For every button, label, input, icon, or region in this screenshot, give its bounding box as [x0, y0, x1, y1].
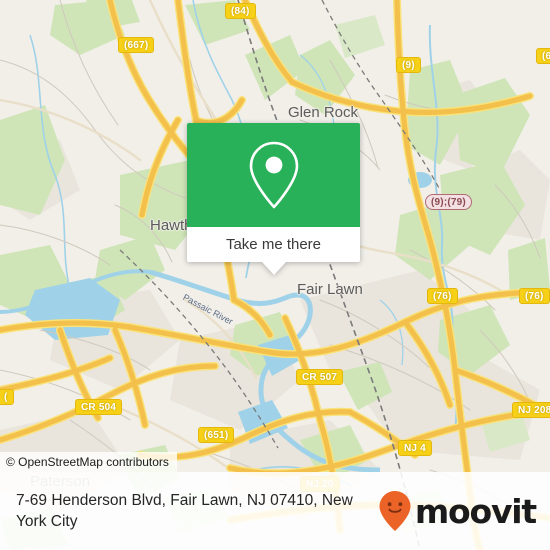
- shield-left-edge[interactable]: (: [0, 389, 14, 405]
- footer-bar: 7-69 Henderson Blvd, Fair Lawn, NJ 07410…: [0, 472, 550, 550]
- map-attribution[interactable]: © OpenStreetMap contributors: [0, 452, 177, 472]
- shield-667[interactable]: (667): [118, 37, 155, 53]
- map-pin-icon: [249, 141, 298, 209]
- shield-cr-507[interactable]: CR 507: [296, 369, 344, 385]
- popup-image-placeholder: [187, 123, 360, 227]
- location-popup-card[interactable]: Take me there: [187, 123, 360, 275]
- moovit-logo[interactable]: moovit: [378, 490, 537, 532]
- shield-cr-504[interactable]: CR 504: [75, 399, 123, 415]
- shield-nj-208[interactable]: NJ 208: [512, 402, 550, 418]
- address-text: 7-69 Henderson Blvd, Fair Lawn, NJ 07410…: [16, 492, 353, 530]
- shield-6-right[interactable]: (6: [536, 48, 550, 64]
- shield-76-b[interactable]: (76): [519, 288, 550, 304]
- map-screen: .park { fill:#cfe5b8; } .park2 { fill:#d…: [0, 0, 550, 550]
- take-me-there-label: Take me there: [225, 236, 322, 253]
- shield-76-a[interactable]: (76): [427, 288, 458, 304]
- moovit-wordmark: moovit: [414, 491, 537, 531]
- moovit-pin-icon: [379, 491, 411, 531]
- shield-9-79[interactable]: (9);(79): [425, 194, 472, 210]
- shield-651[interactable]: (651): [198, 427, 235, 443]
- shield-nj-4[interactable]: NJ 4: [398, 440, 432, 456]
- shield-84[interactable]: (84): [225, 3, 256, 19]
- popup-pointer-tail: [261, 262, 286, 275]
- shield-9[interactable]: (9): [396, 57, 421, 73]
- take-me-there-button[interactable]: Take me there: [187, 227, 360, 262]
